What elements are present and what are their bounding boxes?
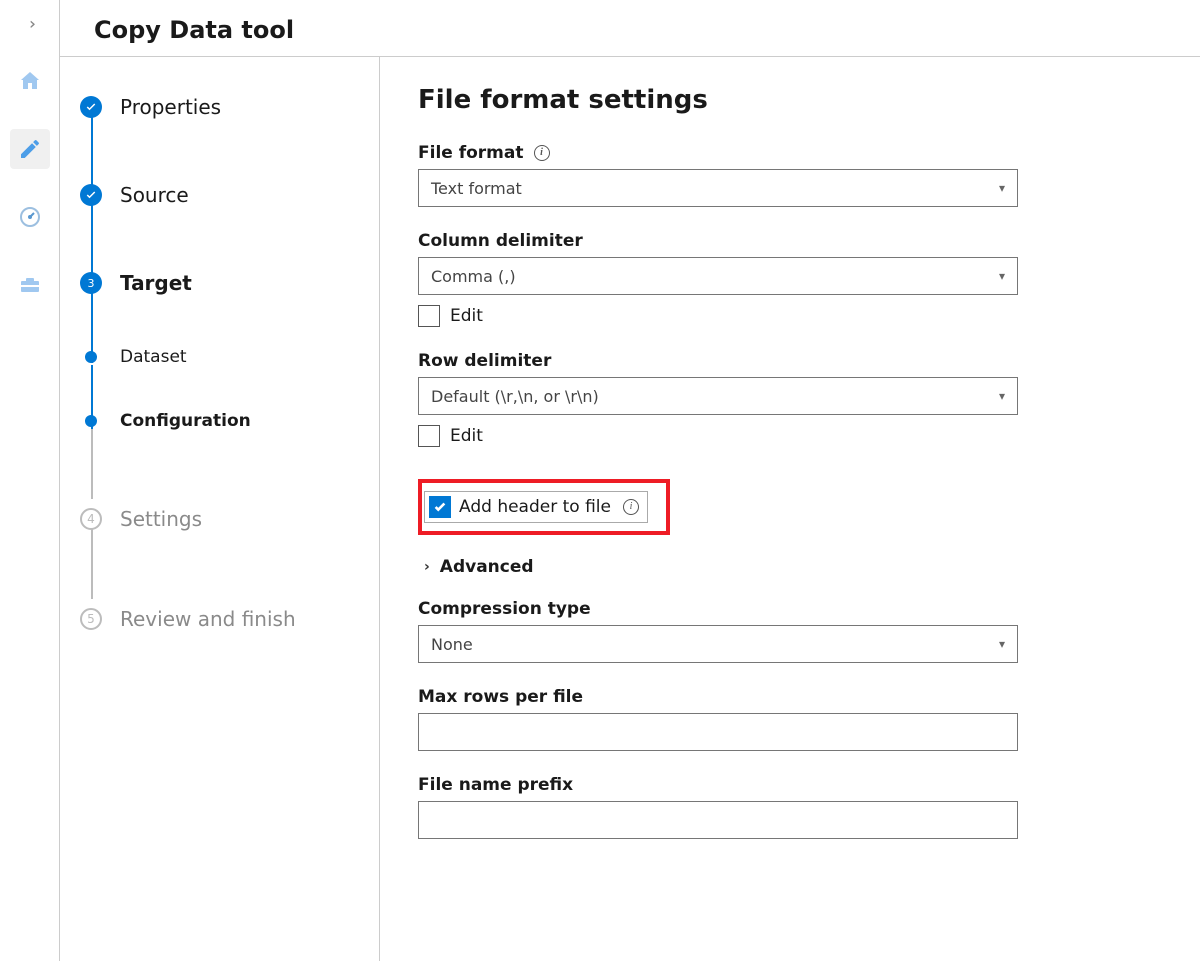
step-number-icon: 3 bbox=[80, 272, 102, 294]
wizard-steps-panel: Properties Source 3 Target Dataset bbox=[60, 57, 380, 961]
step-source[interactable]: Source bbox=[80, 175, 359, 215]
file-format-select[interactable]: Text format ▾ bbox=[418, 169, 1018, 207]
info-icon[interactable]: i bbox=[534, 145, 550, 161]
file-format-label: File format bbox=[418, 143, 524, 163]
chevron-down-icon: ▾ bbox=[999, 389, 1005, 403]
column-delimiter-select[interactable]: Comma (,) ▾ bbox=[418, 257, 1018, 295]
compression-value: None bbox=[431, 635, 473, 654]
field-row-delimiter: Row delimiter Default (\r,\n, or \r\n) ▾… bbox=[418, 351, 1162, 447]
add-header-checkbox[interactable] bbox=[429, 496, 451, 518]
step-label: Target bbox=[120, 271, 192, 295]
advanced-expander[interactable]: › Advanced bbox=[424, 557, 1162, 577]
page-title: Copy Data tool bbox=[60, 0, 1200, 56]
substep-dataset[interactable]: Dataset bbox=[80, 339, 359, 375]
max-rows-input[interactable] bbox=[418, 713, 1018, 751]
row-delimiter-value: Default (\r,\n, or \r\n) bbox=[431, 387, 599, 406]
expand-rail-button[interactable]: ›› bbox=[29, 14, 30, 33]
step-target[interactable]: 3 Target bbox=[80, 263, 359, 303]
advanced-label: Advanced bbox=[440, 557, 534, 577]
row-delimiter-edit-checkbox[interactable] bbox=[418, 425, 440, 447]
prefix-input[interactable] bbox=[418, 801, 1018, 839]
substep-configuration[interactable]: Configuration bbox=[80, 403, 359, 439]
toolbox-icon[interactable] bbox=[10, 265, 50, 305]
row-delimiter-label: Row delimiter bbox=[418, 351, 551, 371]
compression-label: Compression type bbox=[418, 599, 591, 619]
field-prefix: File name prefix bbox=[418, 775, 1162, 839]
step-label: Settings bbox=[120, 507, 202, 531]
pencil-icon[interactable] bbox=[10, 129, 50, 169]
file-format-value: Text format bbox=[431, 179, 522, 198]
row-delimiter-select[interactable]: Default (\r,\n, or \r\n) ▾ bbox=[418, 377, 1018, 415]
step-review[interactable]: 5 Review and finish bbox=[80, 599, 359, 639]
step-number-icon: 5 bbox=[80, 608, 102, 630]
field-compression: Compression type None ▾ bbox=[418, 599, 1162, 663]
chevron-down-icon: ▾ bbox=[999, 637, 1005, 651]
column-delimiter-value: Comma (,) bbox=[431, 267, 516, 286]
add-header-highlight: Add header to file i bbox=[418, 479, 670, 535]
substep-label: Dataset bbox=[120, 347, 187, 367]
row-delimiter-edit-label: Edit bbox=[450, 426, 483, 446]
step-label: Review and finish bbox=[120, 607, 296, 631]
max-rows-label: Max rows per file bbox=[418, 687, 583, 707]
prefix-label: File name prefix bbox=[418, 775, 573, 795]
form-panel: File format settings File format i Text … bbox=[380, 57, 1200, 961]
chevron-right-icon: › bbox=[424, 559, 430, 575]
chevron-down-icon: ▾ bbox=[999, 269, 1005, 283]
column-delimiter-edit-checkbox[interactable] bbox=[418, 305, 440, 327]
step-properties[interactable]: Properties bbox=[80, 87, 359, 127]
home-icon[interactable] bbox=[10, 61, 50, 101]
add-header-label: Add header to file bbox=[459, 497, 611, 517]
step-number-icon: 4 bbox=[80, 508, 102, 530]
field-file-format: File format i Text format ▾ bbox=[418, 143, 1162, 207]
chevron-down-icon: ▾ bbox=[999, 181, 1005, 195]
field-max-rows: Max rows per file bbox=[418, 687, 1162, 751]
content-row: Properties Source 3 Target Dataset bbox=[60, 57, 1200, 961]
dot-icon bbox=[85, 351, 97, 363]
gauge-icon[interactable] bbox=[10, 197, 50, 237]
column-delimiter-label: Column delimiter bbox=[418, 231, 583, 251]
main-column: Copy Data tool Properties Source 3 Targe bbox=[60, 0, 1200, 961]
dot-icon bbox=[85, 415, 97, 427]
icon-rail: ›› bbox=[0, 0, 60, 961]
substep-label: Configuration bbox=[120, 411, 251, 431]
check-icon bbox=[80, 184, 102, 206]
step-label: Source bbox=[120, 183, 189, 207]
column-delimiter-edit-label: Edit bbox=[450, 306, 483, 326]
form-title: File format settings bbox=[418, 85, 1162, 115]
step-settings[interactable]: 4 Settings bbox=[80, 499, 359, 539]
check-icon bbox=[80, 96, 102, 118]
compression-select[interactable]: None ▾ bbox=[418, 625, 1018, 663]
info-icon[interactable]: i bbox=[623, 499, 639, 515]
step-label: Properties bbox=[120, 95, 221, 119]
field-column-delimiter: Column delimiter Comma (,) ▾ Edit bbox=[418, 231, 1162, 327]
